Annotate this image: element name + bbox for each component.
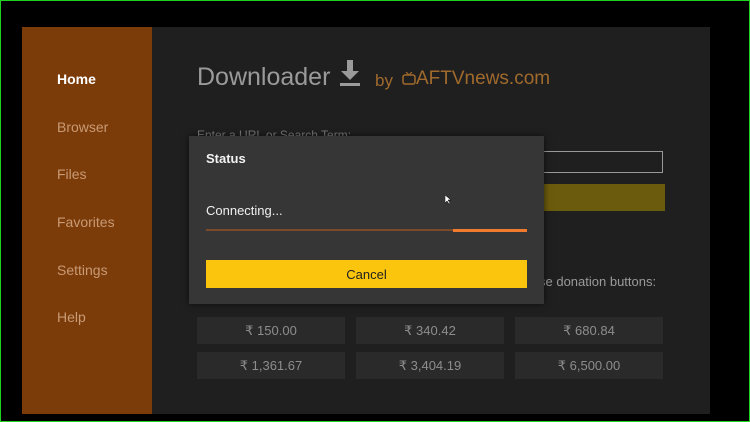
sidebar: Home Browser Files Favorites Settings He… [22,27,152,414]
download-icon [340,60,360,86]
sidebar-item-home[interactable]: Home [57,71,96,87]
status-dialog: Status Connecting... Cancel [189,136,544,304]
by-text: by [375,71,393,90]
sidebar-item-files[interactable]: Files [57,166,87,182]
tv-frame: Home Browser Files Favorites Settings He… [0,0,750,422]
progress-fill [453,228,527,232]
donation-button[interactable]: ₹ 1,361.67 [197,352,345,379]
tv-icon [402,72,416,85]
app-title: Downloader [197,63,331,91]
dialog-title: Status [206,151,246,166]
mouse-cursor-icon [445,195,451,204]
donation-label: se donation buttons: [539,274,657,289]
status-text: Connecting... [206,203,283,218]
donation-button[interactable]: ₹ 6,500.00 [515,352,663,379]
donation-button[interactable]: ₹ 150.00 [197,317,345,344]
app-screen: Home Browser Files Favorites Settings He… [22,27,710,414]
donation-button[interactable]: ₹ 340.42 [356,317,504,344]
sidebar-item-settings[interactable]: Settings [57,262,108,278]
progress-bar [206,228,527,232]
sidebar-item-browser[interactable]: Browser [57,119,108,135]
donation-button[interactable]: ₹ 680.84 [515,317,663,344]
sidebar-item-favorites[interactable]: Favorites [57,214,115,230]
donation-button[interactable]: ₹ 3,404.19 [356,352,504,379]
brand-name: AFTVnews.com [416,68,551,89]
sidebar-item-help[interactable]: Help [57,309,86,325]
cancel-button[interactable]: Cancel [206,260,527,288]
